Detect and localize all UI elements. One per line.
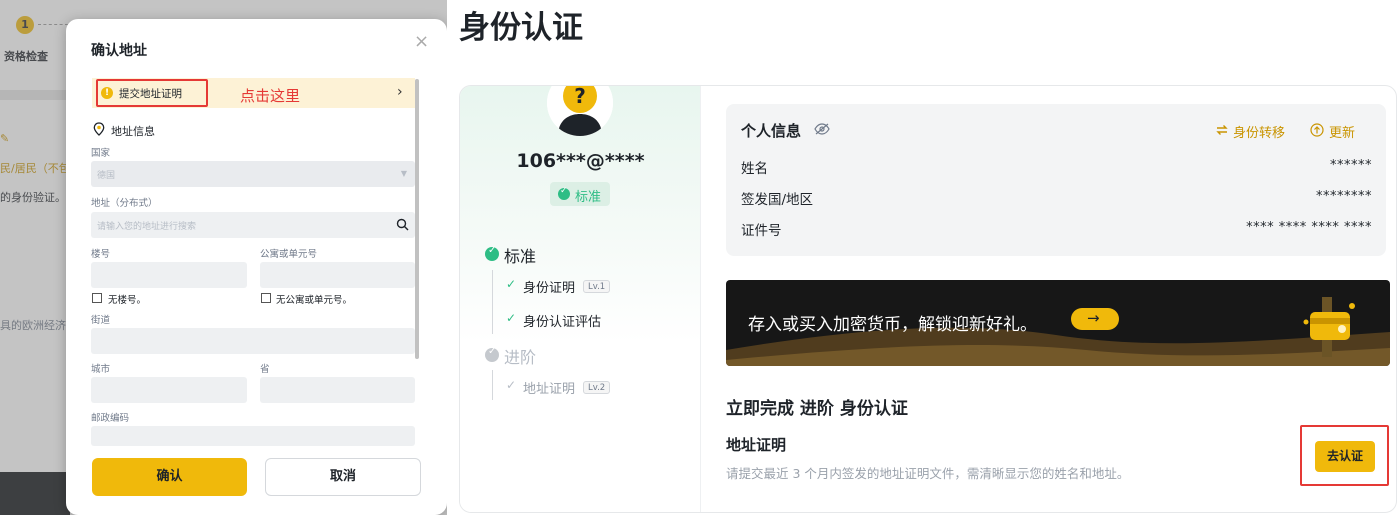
country-select[interactable]: 德国 ▼ [91,161,415,187]
step-indicator: 1 [16,16,34,34]
user-name: 106***@**** [516,150,645,172]
promo-text: 存入或买入加密货币，解锁迎新好礼。 [748,315,1037,335]
divider [0,90,70,100]
lv1-tag: Lv.1 [583,280,611,293]
address-search-input[interactable]: 请输入您的地址进行搜索 [91,212,415,238]
verification-card: ? 106***@**** 标准 标准 ✓ 身份证明 Lv.1 ✓ 身份认证评估… [459,85,1397,513]
check-circle-icon [485,245,499,261]
promo-banner[interactable]: 存入或买入加密货币，解锁迎新好礼。 → [726,280,1390,366]
no-apartment-label: 无公寓或单元号。 [276,295,353,306]
identity-transfer-link[interactable]: 身份转移 [1233,122,1285,141]
search-icon[interactable] [396,218,409,231]
building-input[interactable] [91,262,247,288]
confirm-address-modal: 确认地址 × ! 提交地址证明 点击这里 › 地址信息 国家 德国 ▼ 地址（分… [66,19,447,515]
apartment-label: 公寓或单元号 [260,249,318,260]
info-value-id-number: **** **** **** **** [1246,220,1372,235]
check-icon: ✓ [506,378,517,392]
click-here-annotation: 点击这里 [240,87,301,105]
wallet-gift-icon [1303,297,1355,357]
avatar-unknown-icon: ? [547,85,613,136]
left-panel: 1 资格检查 ✎ 民/居民（不包 的身份验证。 具的欧洲经济 确认地址 × ! … [0,0,447,515]
level-standard-label: 标准 [504,247,537,266]
promo-arrow-button[interactable]: → [1071,308,1119,330]
tree-line [492,270,493,334]
step-connector [38,24,68,25]
personal-info-box: 个人信息 身份转移 更新 姓名 ****** 签发国/地区 ******** 证… [726,104,1386,256]
profile-column: ? 106***@**** 标准 标准 ✓ 身份证明 Lv.1 ✓ 身份认证评估… [460,85,701,512]
info-value-name: ****** [1330,158,1372,173]
shield-check-icon [558,186,570,200]
page-title: 身份认证 [459,10,583,46]
verify-text: 的身份验证。 [0,191,66,204]
step-label: 资格检查 [4,50,48,63]
location-pin-icon [93,122,105,136]
no-building-label: 无楼号。 [108,295,147,306]
country-value: 德国 [97,171,116,181]
info-value-country: ******** [1316,189,1372,204]
id-proof-item: 身份证明 [523,281,576,296]
submit-proof-link[interactable]: 提交地址证明 [119,86,182,101]
postal-label: 邮政编码 [91,413,130,424]
caret-down-icon: ▼ [400,169,407,178]
info-key-id-number: 证件号 [741,223,782,239]
confirm-button[interactable]: 确认 [92,458,247,496]
cta-title: 立即完成 进阶 身份认证 [726,399,908,419]
update-icon[interactable] [1310,123,1324,137]
modal-title: 确认地址 [91,43,147,59]
province-label: 省 [260,364,270,375]
level-badge: 标准 [550,182,610,206]
scrollbar[interactable] [415,79,419,359]
postal-input[interactable] [91,426,415,446]
city-input[interactable] [91,377,247,403]
building-label: 楼号 [91,249,111,260]
street-label: 街道 [91,315,111,326]
address-placeholder: 请输入您的地址进行搜索 [97,222,197,232]
country-label: 国家 [91,148,111,159]
id-assessment-item: 身份认证评估 [523,315,602,330]
street-input[interactable] [91,328,415,354]
chevron-right-icon[interactable]: › [397,84,403,100]
eu-text: 具的欧洲经济 [0,319,66,332]
edit-icon: ✎ [0,132,10,145]
close-icon[interactable]: × [414,33,429,51]
city-label: 城市 [91,364,111,375]
address-label: 地址（分布式） [91,198,158,209]
eye-off-icon[interactable] [814,123,830,135]
address-info-heading: 地址信息 [111,125,155,138]
info-key-country: 签发国/地区 [741,192,814,208]
resident-text: 民/居民（不包 [0,162,70,175]
cancel-button[interactable]: 取消 [265,458,421,496]
check-circle-icon [485,346,499,362]
tree-line [492,370,493,400]
level-advanced-label: 进阶 [504,348,537,367]
level-badge-label: 标准 [575,190,602,205]
avatar: ? [547,85,613,136]
warning-icon: ! [101,87,113,99]
go-verify-button[interactable]: 去认证 [1315,441,1375,472]
svg-text:?: ? [574,85,586,108]
province-input[interactable] [260,377,415,403]
transfer-icon[interactable] [1215,123,1229,137]
no-building-checkbox[interactable] [92,293,102,303]
lv2-tag: Lv.2 [583,381,611,394]
address-proof-title: 地址证明 [726,436,787,454]
no-apartment-checkbox[interactable] [261,293,271,303]
address-proof-description: 请提交最近 3 个月内签发的地址证明文件，需清晰显示您的姓名和地址。 [726,466,1130,481]
check-icon: ✓ [506,277,517,291]
info-key-name: 姓名 [741,161,768,177]
apartment-input[interactable] [260,262,415,288]
update-link[interactable]: 更新 [1329,122,1355,141]
address-proof-item: 地址证明 [523,382,576,397]
personal-info-title: 个人信息 [741,122,802,140]
check-icon: ✓ [506,311,517,325]
arrow-right-icon: → [1087,309,1100,327]
background-footer [0,472,70,515]
